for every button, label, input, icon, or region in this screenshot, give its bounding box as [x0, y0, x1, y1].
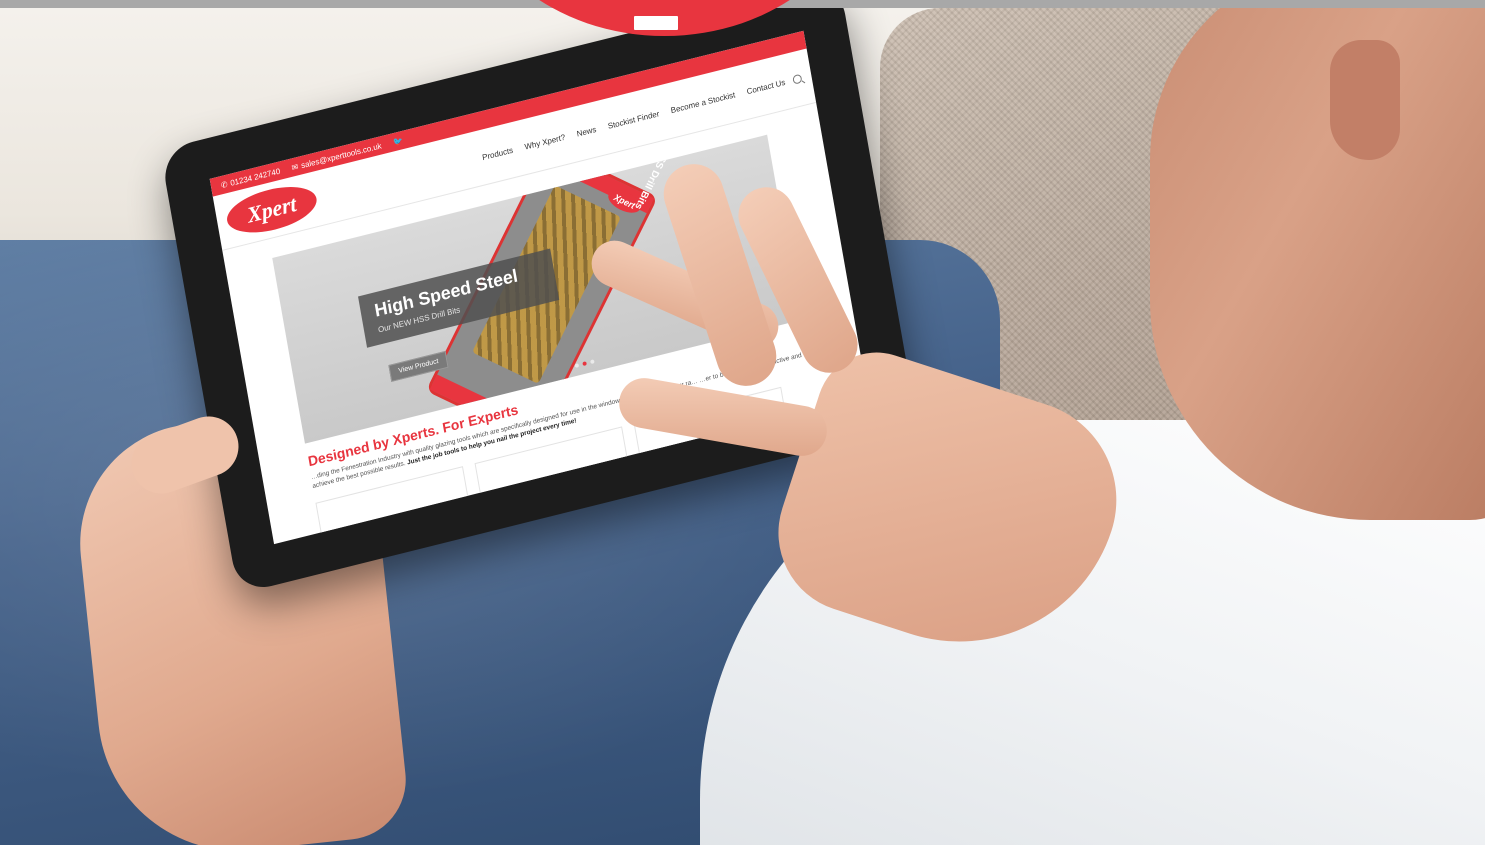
nav-news[interactable]: News [576, 124, 597, 138]
photo-scene: ✆ 01234 242740 ✉ sales@xperttools.co.uk … [0, 0, 1485, 845]
slider-dot[interactable] [590, 359, 595, 365]
nav-become-stockist[interactable]: Become a Stockist [670, 90, 736, 115]
search-icon[interactable] [792, 73, 803, 85]
slider-dot[interactable] [574, 363, 580, 369]
badge-mark [634, 16, 678, 30]
email-icon: ✉ [290, 161, 299, 173]
product-image [341, 504, 445, 545]
nav-products[interactable]: Products [481, 145, 513, 162]
nav-stockist-finder[interactable]: Stockist Finder [607, 109, 660, 131]
nav-contact-us[interactable]: Contact Us [746, 77, 786, 95]
slider-dot-active[interactable] [582, 361, 587, 367]
nav-why-xpert[interactable]: Why Xpert? [524, 132, 566, 151]
twitter-icon[interactable]: 🐦 [392, 136, 403, 147]
phone-icon: ✆ [220, 179, 229, 190]
slider-dots [574, 359, 595, 369]
person-ear [1330, 40, 1400, 160]
